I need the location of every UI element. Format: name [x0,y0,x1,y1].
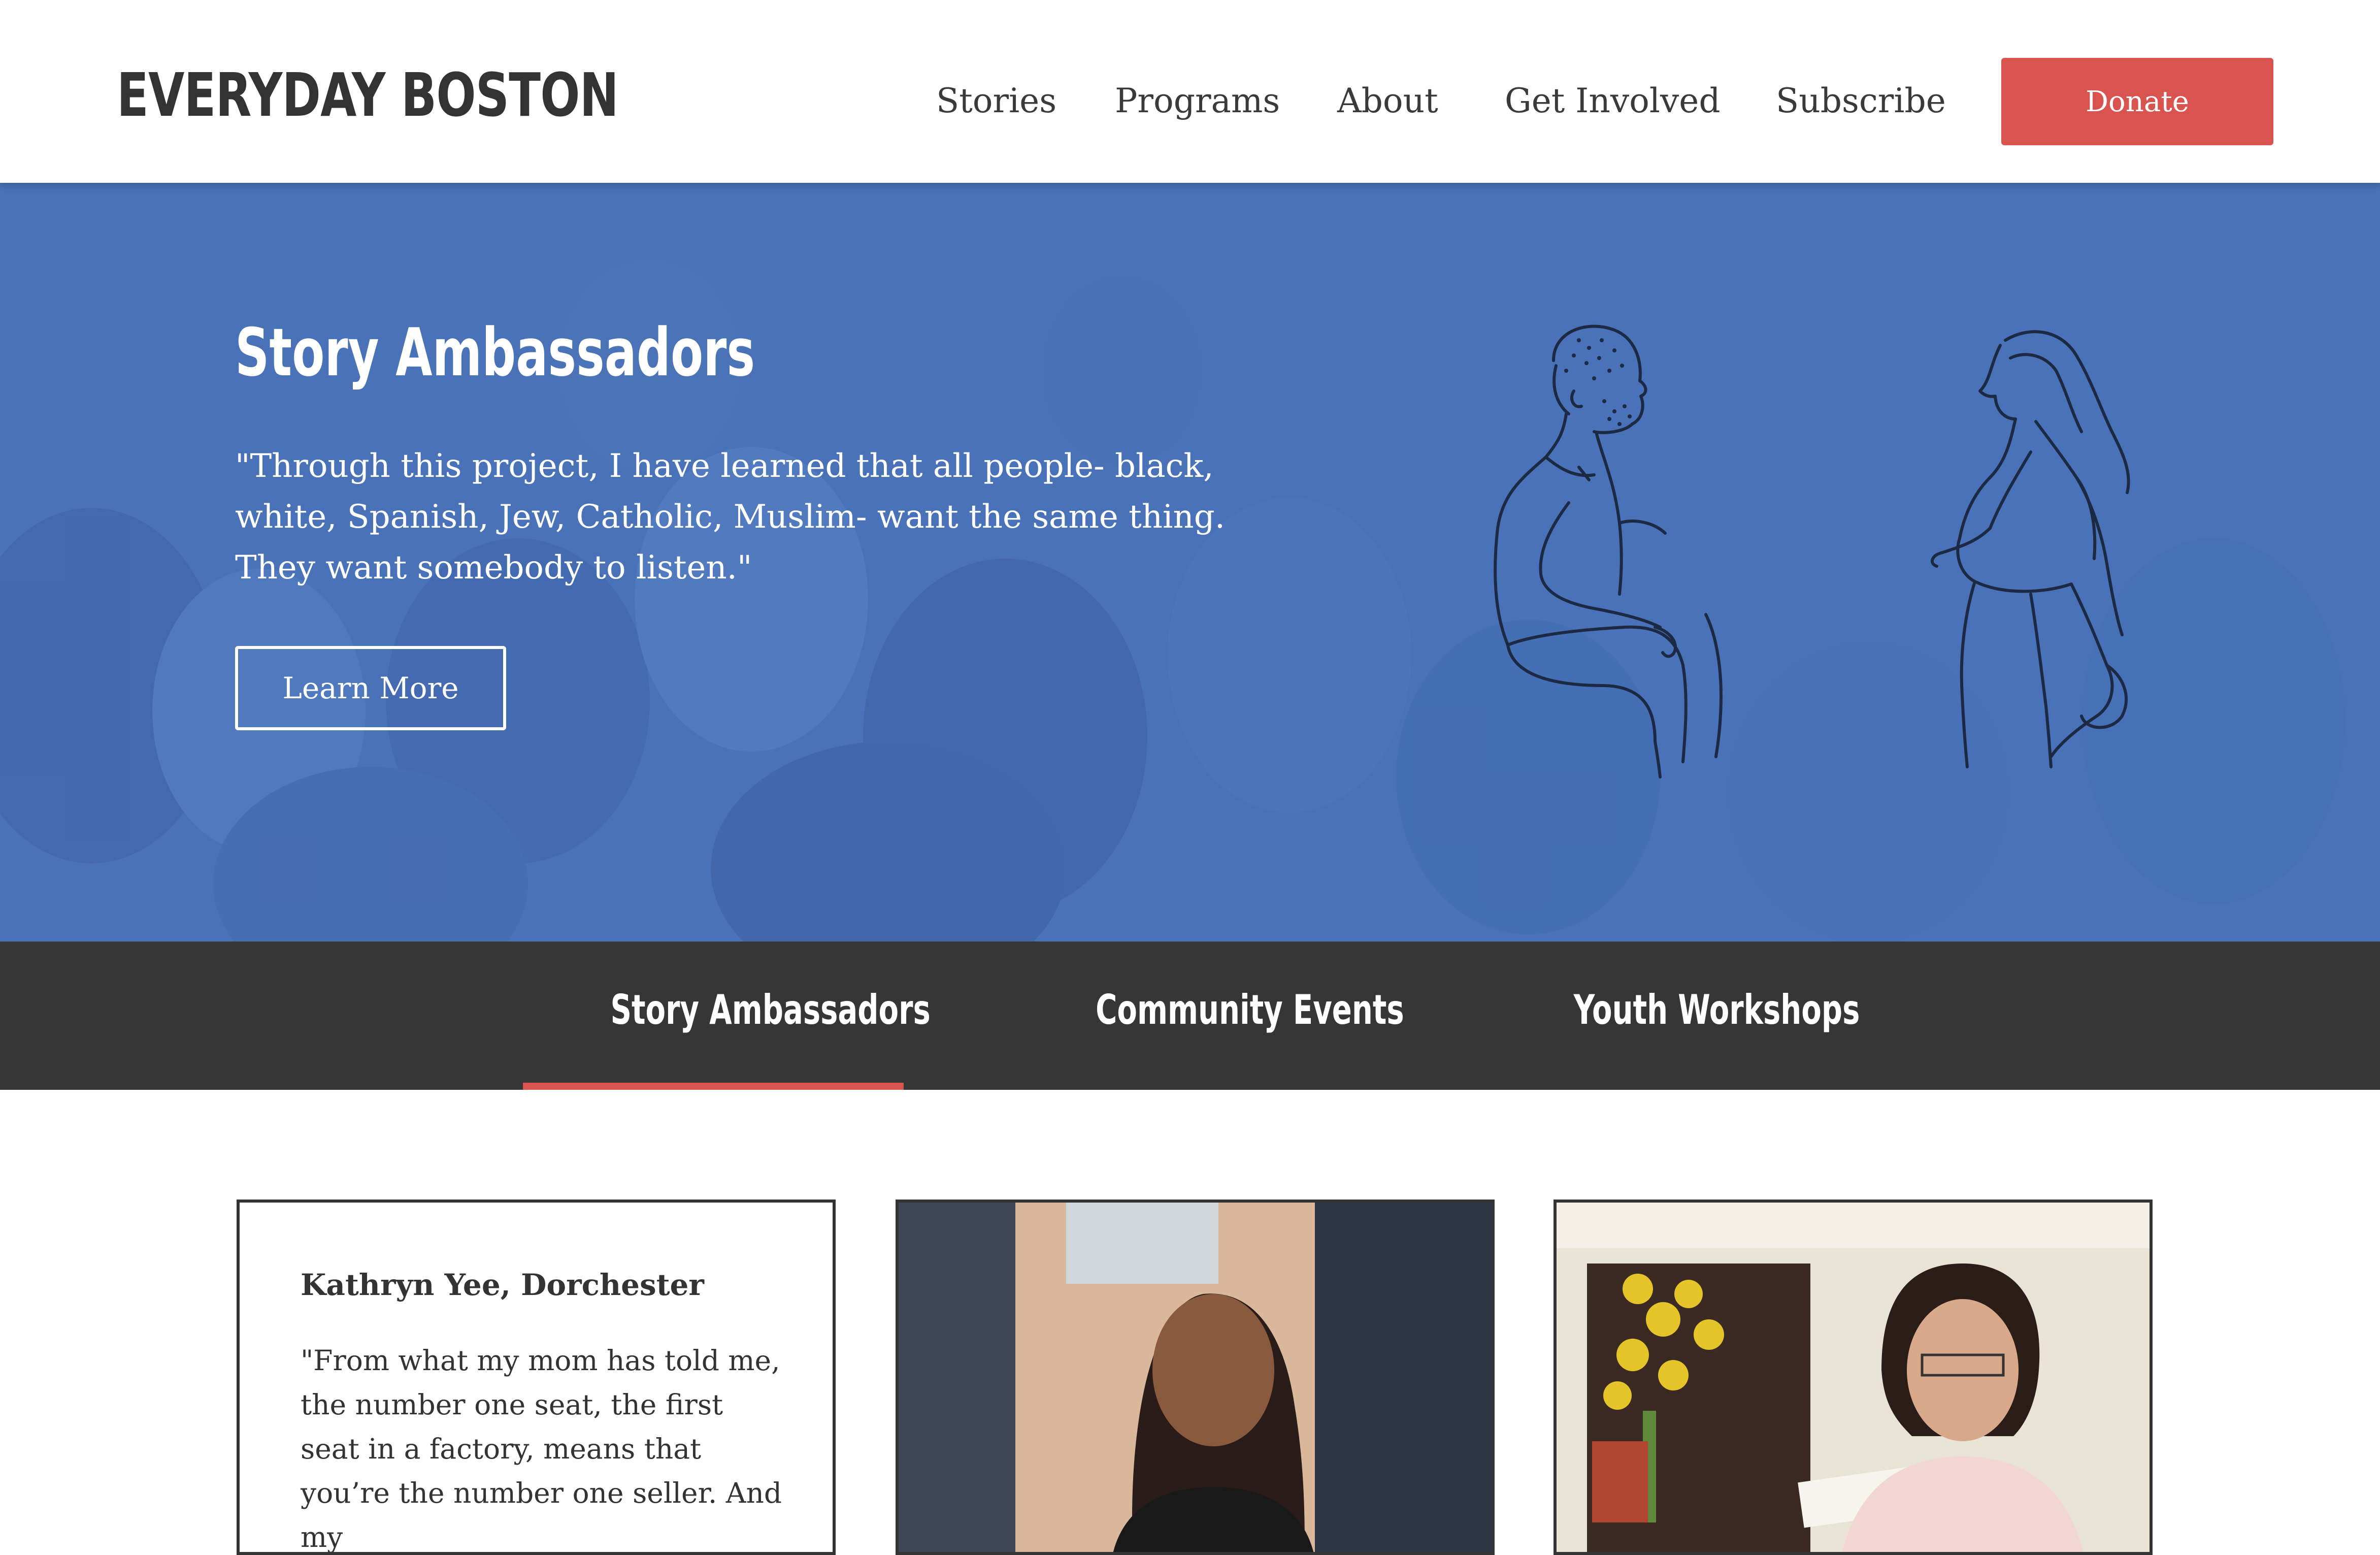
nav-programs[interactable]: Programs [1115,81,1280,120]
tab-community-events[interactable]: Community Events [1096,986,1404,1033]
donate-button[interactable]: Donate [2001,58,2273,145]
site-logo[interactable]: EVERYDAY BOSTON [117,60,619,130]
site-header: EVERYDAY BOSTON Stories Programs About G… [0,0,2380,183]
story-card-photo[interactable] [896,1200,1495,1555]
two-people-illustration-icon [1494,325,2130,779]
tab-youth-workshops[interactable]: Youth Workshops [1574,986,1860,1033]
learn-more-button[interactable]: Learn More [235,646,506,730]
program-tabs: Story Ambassadors Community Events Youth… [0,942,2380,1090]
hero-banner: Story Ambassadors "Through this project,… [0,183,2380,942]
nav-get-involved[interactable]: Get Involved [1505,81,1721,120]
portrait-photo [1557,1203,2150,1552]
active-tab-indicator [523,1083,904,1090]
hero-title: Story Ambassadors [235,314,755,391]
story-card-quote: "From what my mom has told me, the numbe… [301,1344,782,1553]
portrait-photo [899,1203,1492,1552]
nav-about[interactable]: About [1337,81,1438,120]
nav-subscribe[interactable]: Subscribe [1776,81,1946,120]
nav-stories[interactable]: Stories [936,81,1056,120]
hero-quote: "Through this project, I have learned th… [235,447,1226,587]
tab-story-ambassadors[interactable]: Story Ambassadors [611,986,931,1033]
story-card-photo[interactable] [1553,1200,2153,1555]
story-card-name: Kathryn Yee, Dorchester [301,1268,704,1302]
story-card[interactable]: Kathryn Yee, Dorchester "From what my mo… [237,1200,836,1555]
